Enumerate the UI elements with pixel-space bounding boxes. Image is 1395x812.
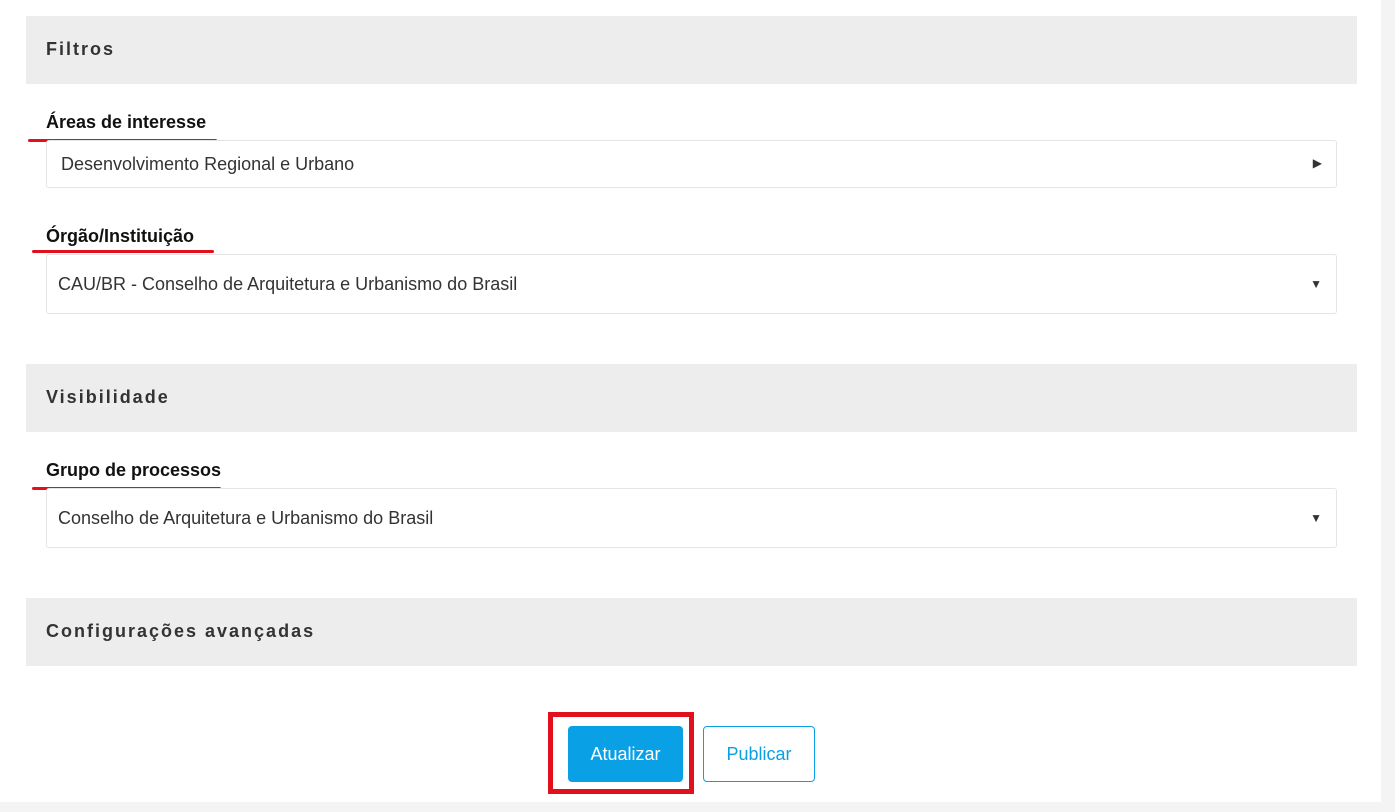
update-button[interactable]: Atualizar [568,726,683,782]
advanced-section-header[interactable]: Configurações avançadas [26,598,1357,666]
settings-panel: Filtros Áreas de interesse Desenvolvimen… [0,0,1381,802]
areas-select[interactable]: Desenvolvimento Regional e Urbano ▶ [46,140,1337,188]
areas-label: Áreas de interesse [46,112,207,132]
chevron-down-icon: ▼ [1310,511,1322,525]
orgao-select-value: CAU/BR - Conselho de Arquitetura e Urban… [58,274,518,294]
grupo-select-value: Conselho de Arquitetura e Urbanismo do B… [58,508,434,528]
areas-select-value: Desenvolvimento Regional e Urbano [61,154,355,174]
grupo-label: Grupo de processos [46,460,222,480]
filters-section-title: Filtros [46,39,116,59]
grupo-select[interactable]: Conselho de Arquitetura e Urbanismo do B… [46,488,1337,548]
publish-button[interactable]: Publicar [703,726,815,782]
scrollbar[interactable] [1381,0,1395,812]
advanced-section-title: Configurações avançadas [46,621,316,641]
filters-section-header[interactable]: Filtros [26,16,1357,84]
visibility-section-header[interactable]: Visibilidade [26,364,1357,432]
orgao-select[interactable]: CAU/BR - Conselho de Arquitetura e Urban… [46,254,1337,314]
orgao-label: Órgão/Instituição [46,226,195,246]
orgao-label-annotation-underline [32,250,214,253]
chevron-down-icon: ▼ [1310,277,1322,291]
chevron-right-icon: ▶ [1312,156,1322,170]
visibility-section-title: Visibilidade [46,387,170,407]
